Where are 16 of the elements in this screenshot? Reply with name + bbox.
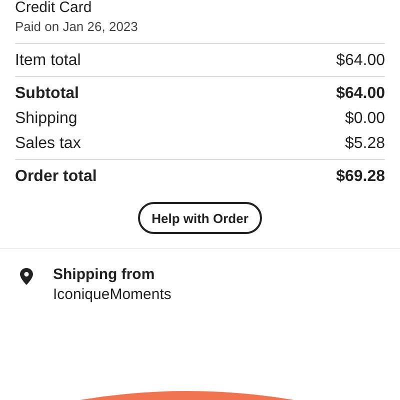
summary-label: Item total: [15, 51, 81, 71]
summary-label: Shipping: [15, 109, 78, 129]
shipping-title: Shipping from: [53, 266, 156, 284]
help-button[interactable]: Help with Order: [138, 202, 262, 234]
summary-amount: $5.28: [344, 134, 385, 154]
shop-name: IconiqueMoments: [53, 285, 172, 305]
location-pin-icon: [20, 268, 33, 285]
summary-amount: $69.28: [336, 167, 385, 187]
summary-amount: $64.00: [336, 84, 385, 104]
summary-label: Order total: [15, 167, 97, 187]
summary-amount: $64.00: [336, 51, 385, 71]
summary-amount: $0.00: [344, 109, 385, 129]
summary-label: Sales tax: [15, 134, 81, 154]
payment-method: Credit Card: [15, 0, 93, 16]
payment-date: Paid on Jan 26, 2023: [15, 19, 139, 35]
summary-label: Subtotal: [15, 84, 79, 104]
